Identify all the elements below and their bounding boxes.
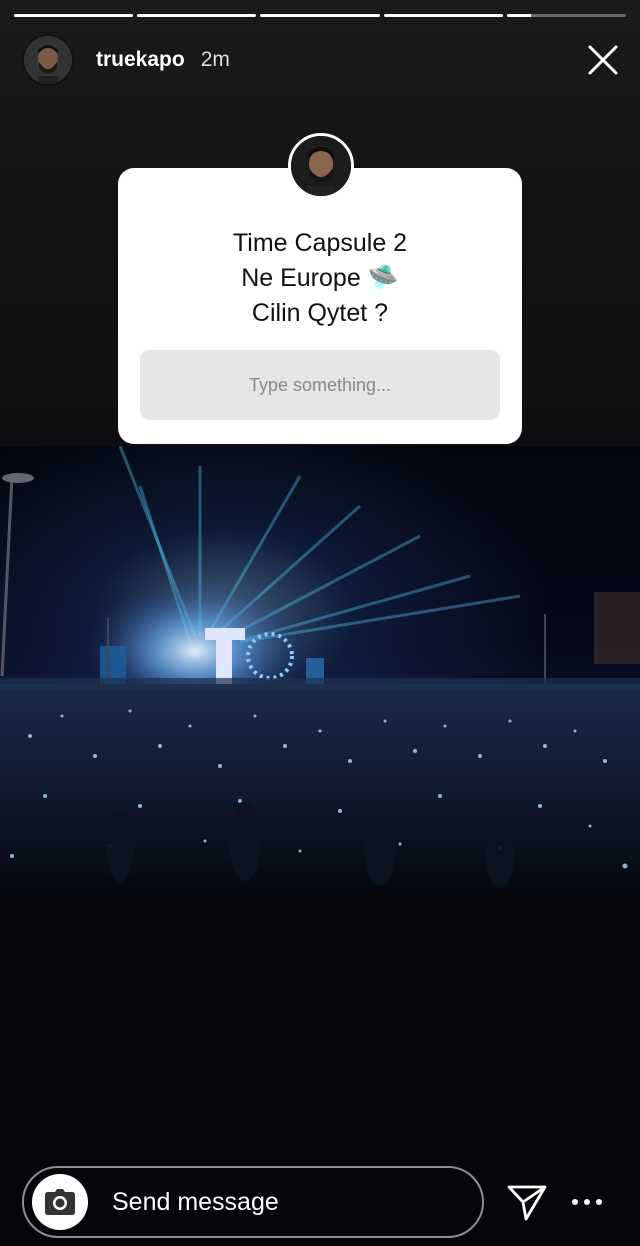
- story-progress-bar: [14, 14, 627, 17]
- progress-segment: [14, 14, 134, 17]
- concert-photo: [0, 446, 640, 890]
- progress-segment: [506, 14, 627, 17]
- answer-input[interactable]: [140, 350, 500, 420]
- camera-icon: [45, 1189, 75, 1215]
- progress-segment: [260, 14, 380, 17]
- story-header: truekapo 2m: [22, 34, 620, 86]
- question-line: Time Capsule 2: [232, 229, 408, 257]
- send-message-field[interactable]: Send message: [22, 1166, 484, 1238]
- close-icon[interactable]: [586, 43, 620, 77]
- sticker-avatar: [288, 133, 354, 199]
- message-placeholder: Send message: [112, 1187, 279, 1216]
- username[interactable]: truekapo: [96, 48, 185, 72]
- question-text: Time Capsule 2 Ne Europe 🛸 Cilin Qytet ?: [118, 226, 522, 331]
- profile-avatar[interactable]: [22, 34, 74, 86]
- progress-segment: [137, 14, 257, 17]
- more-options-icon[interactable]: [570, 1197, 604, 1207]
- question-line: Ne Europe 🛸: [241, 264, 399, 292]
- send-icon[interactable]: [506, 1181, 548, 1223]
- reply-bar: Send message: [22, 1166, 618, 1238]
- progress-segment: [383, 14, 503, 17]
- question-line: Cilin Qytet ?: [251, 299, 389, 327]
- camera-button[interactable]: [32, 1174, 88, 1230]
- question-sticker[interactable]: Time Capsule 2 Ne Europe 🛸 Cilin Qytet ?: [118, 133, 522, 444]
- post-time: 2m: [200, 48, 230, 71]
